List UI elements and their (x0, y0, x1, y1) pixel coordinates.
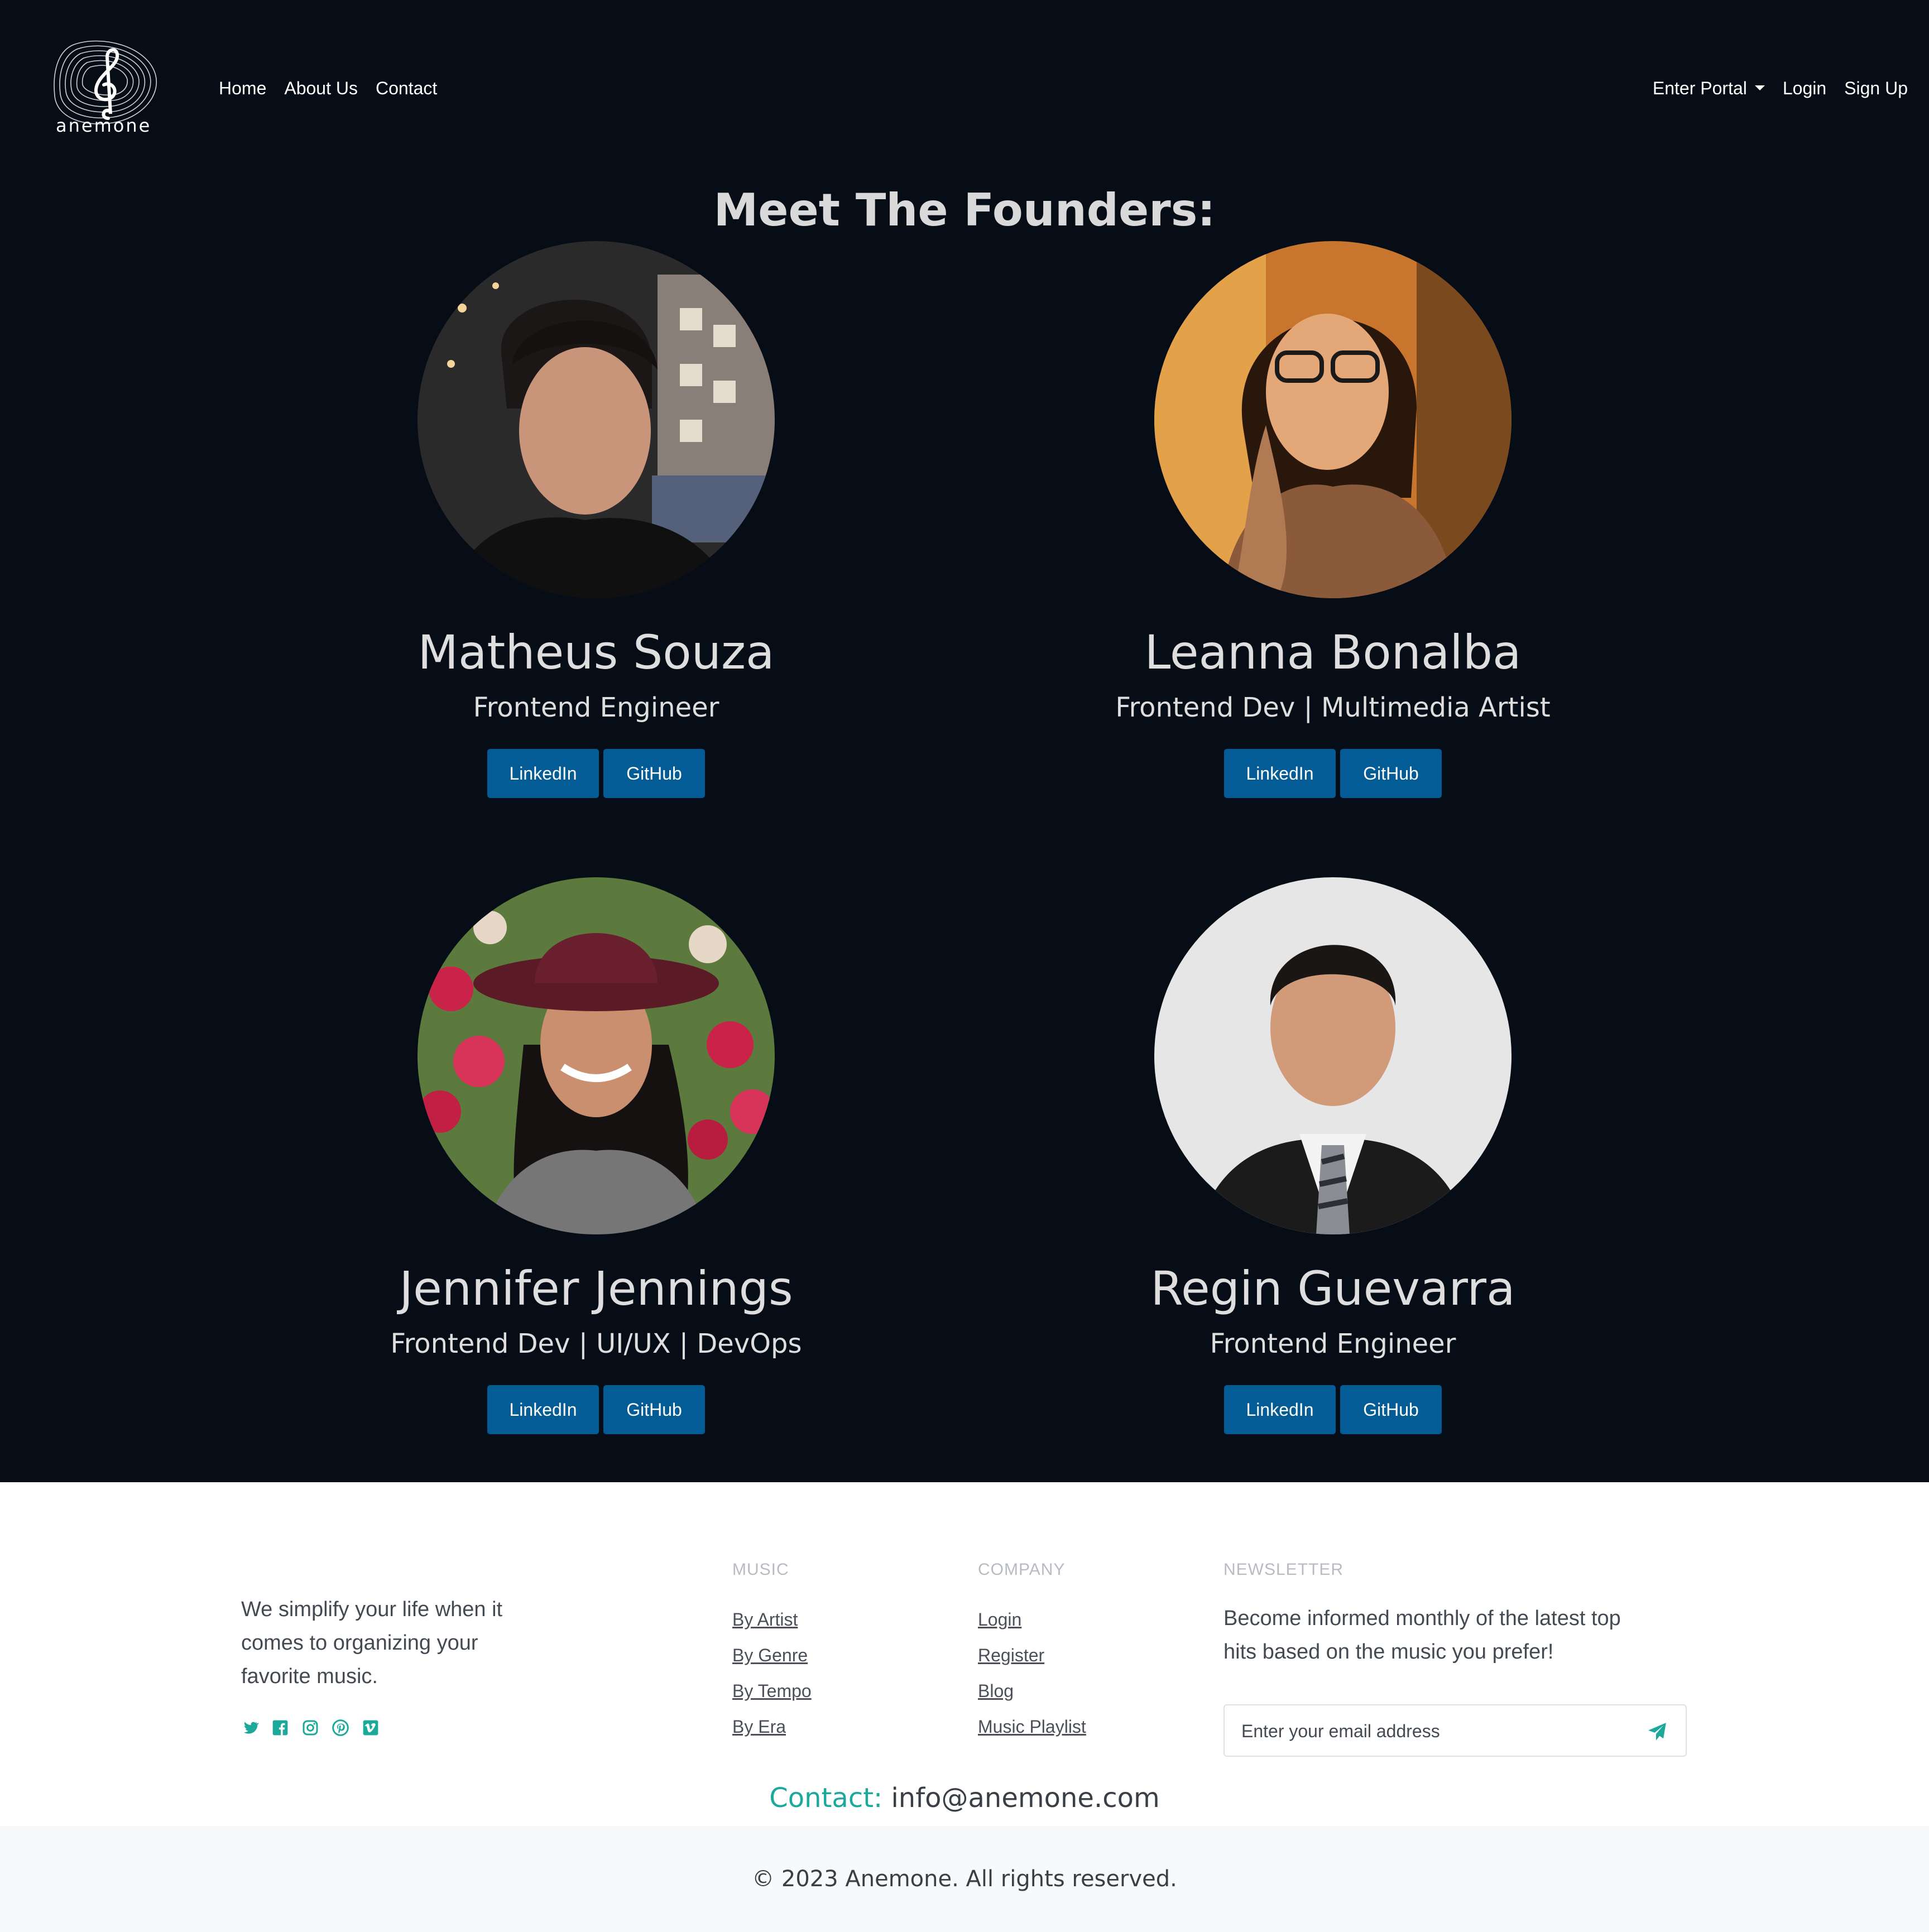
footer-music-column: MUSIC By Artist By Genre By Tempo By Era (732, 1560, 812, 1738)
founder-portrait-image (1154, 877, 1511, 1234)
github-button[interactable]: GitHub (603, 1385, 705, 1434)
music-heading: MUSIC (732, 1560, 789, 1579)
founder-photo (418, 877, 775, 1234)
link-blog[interactable]: Blog (978, 1680, 1086, 1702)
music-links: By Artist By Genre By Tempo By Era (732, 1608, 812, 1738)
brand-name: anemone (56, 115, 152, 136)
footer-company-column: COMPANY Login Register Blog Music Playli… (978, 1560, 1086, 1738)
nav-sign-up[interactable]: Sign Up (1844, 78, 1908, 99)
founder-links: LinkedIn GitHub (1054, 1385, 1612, 1434)
newsletter-form (1223, 1704, 1687, 1757)
link-by-artist[interactable]: By Artist (732, 1608, 812, 1631)
caret-down-icon (1754, 85, 1765, 91)
founder-card: Matheus Souza Frontend Engineer LinkedIn… (317, 241, 875, 798)
twitter-icon-glyph (243, 1722, 259, 1734)
page-title: Meet The Founders: (713, 184, 1216, 236)
pinterest-icon[interactable] (332, 1719, 349, 1737)
copyright-text: © 2023 Anemone. All rights reserved. (752, 1866, 1177, 1892)
linkedin-button[interactable]: LinkedIn (487, 1385, 599, 1434)
founder-name: Matheus Souza (418, 625, 775, 680)
email-input[interactable] (1241, 1718, 1621, 1744)
founder-links: LinkedIn GitHub (317, 1385, 875, 1434)
link-by-era[interactable]: By Era (732, 1715, 812, 1738)
twitter-icon[interactable] (241, 1719, 259, 1737)
nav-left: Home About Us Contact (219, 78, 437, 99)
link-register[interactable]: Register (978, 1644, 1086, 1666)
social-links (241, 1719, 380, 1737)
newsletter-heading: NEWSLETTER (1223, 1560, 1344, 1579)
nav-home[interactable]: Home (219, 78, 266, 99)
facebook-icon-glyph (272, 1720, 288, 1736)
founder-links: LinkedIn GitHub (1054, 749, 1612, 798)
linkedin-button[interactable]: LinkedIn (1224, 1385, 1336, 1434)
link-by-genre[interactable]: By Genre (732, 1644, 812, 1666)
founder-name: Regin Guevarra (1150, 1261, 1515, 1316)
link-login[interactable]: Login (978, 1608, 1086, 1631)
nav-login[interactable]: Login (1783, 78, 1826, 99)
founder-portrait-image (418, 241, 775, 598)
founder-role: Frontend Dev | UI/UX | DevOps (390, 1328, 802, 1359)
link-by-tempo[interactable]: By Tempo (732, 1680, 812, 1702)
founder-card: Regin Guevarra Frontend Engineer LinkedI… (1054, 877, 1612, 1434)
founder-name: Jennifer Jennings (399, 1261, 793, 1316)
founder-portrait-image (418, 877, 775, 1234)
vimeo-icon[interactable] (362, 1719, 380, 1737)
company-links: Login Register Blog Music Playlist (978, 1608, 1086, 1738)
nav-right: Enter Portal Login Sign Up (1653, 78, 1908, 99)
github-button[interactable]: GitHub (1340, 1385, 1442, 1434)
founder-role: Frontend Engineer (1210, 1328, 1456, 1359)
send-icon[interactable] (1647, 1721, 1668, 1742)
site-footer: We simplify your life when it comes to o… (0, 1482, 1929, 1826)
founder-photo (418, 241, 775, 598)
contact-line: Contact: info@anemone.com (0, 1782, 1929, 1814)
founder-links: LinkedIn GitHub (317, 749, 875, 798)
instagram-icon[interactable] (301, 1719, 319, 1737)
founders-hero: anemone Home About Us Contact Enter Port… (0, 0, 1929, 1482)
instagram-icon-glyph (303, 1720, 318, 1736)
founder-photo (1154, 877, 1511, 1234)
founder-card: Jennifer Jennings Frontend Dev | UI/UX |… (317, 877, 875, 1434)
founder-portrait-image (1154, 241, 1511, 598)
founder-role: Frontend Dev | Multimedia Artist (1115, 692, 1551, 723)
github-button[interactable]: GitHub (1340, 749, 1442, 798)
newsletter-text: Become informed monthly of the latest to… (1223, 1607, 1621, 1664)
nav-about-us[interactable]: About Us (284, 78, 358, 99)
github-button[interactable]: GitHub (603, 749, 705, 798)
founder-photo (1154, 241, 1511, 598)
founder-role: Frontend Engineer (473, 692, 719, 723)
footer-about-text: We simplify your life when it comes to o… (241, 1598, 503, 1688)
top-navbar: anemone Home About Us Contact Enter Port… (0, 0, 1929, 184)
footer-newsletter-column: NEWSLETTER Become informed monthly of th… (1223, 1560, 1625, 1669)
linkedin-button[interactable]: LinkedIn (487, 749, 599, 798)
enter-portal-dropdown[interactable]: Enter Portal (1653, 78, 1765, 99)
founder-name: Leanna Bonalba (1144, 625, 1522, 680)
pinterest-icon-glyph (332, 1719, 349, 1736)
facebook-icon[interactable] (271, 1719, 289, 1737)
nav-contact[interactable]: Contact (376, 78, 437, 99)
link-music-playlist[interactable]: Music Playlist (978, 1715, 1086, 1738)
company-heading: COMPANY (978, 1560, 1066, 1579)
founder-card: Leanna Bonalba Frontend Dev | Multimedia… (1054, 241, 1612, 798)
linkedin-button[interactable]: LinkedIn (1224, 749, 1336, 798)
contact-label: Contact: (769, 1782, 883, 1814)
copyright-bar: © 2023 Anemone. All rights reserved. (0, 1826, 1929, 1932)
contact-email[interactable]: info@anemone.com (891, 1782, 1159, 1814)
vimeo-icon-glyph (363, 1720, 378, 1736)
enter-portal-label: Enter Portal (1652, 78, 1747, 98)
